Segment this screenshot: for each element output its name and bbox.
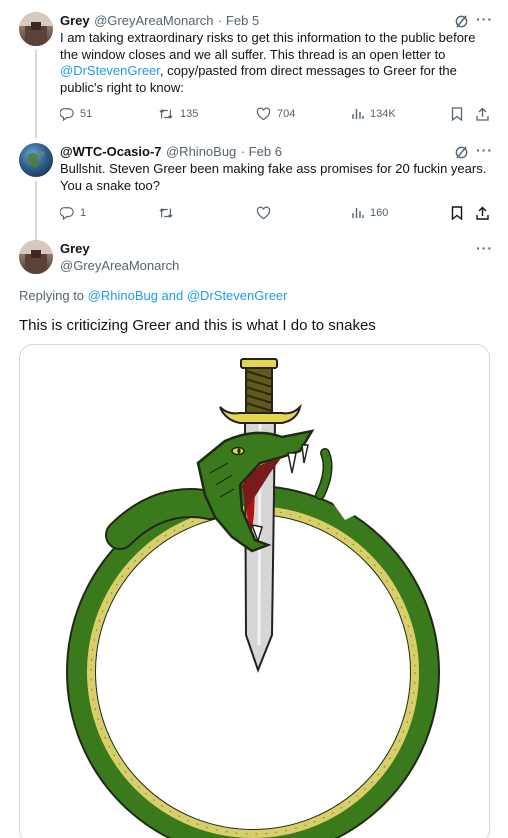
views-icon bbox=[352, 109, 364, 119]
thread-connector bbox=[35, 50, 37, 138]
reply-button[interactable]: 1 bbox=[60, 206, 86, 220]
reply-count: 51 bbox=[80, 108, 93, 120]
share-icon bbox=[476, 107, 489, 121]
earth-avatar-image bbox=[27, 151, 45, 168]
views-count: 134K bbox=[370, 107, 396, 120]
tweet-3[interactable]: Grey @GreyAreaMonarch ··· Replying to @R… bbox=[0, 230, 508, 838]
tweet-header: Grey @GreyAreaMonarch · Feb 5 bbox=[60, 12, 259, 30]
views-icon bbox=[352, 208, 364, 218]
tweet-2[interactable]: @WTC-Ocasio-7 @RhinoBug · Feb 6 ··· Bull… bbox=[0, 135, 508, 241]
grok-icon[interactable] bbox=[454, 145, 469, 160]
views-button[interactable]: 160 bbox=[352, 206, 388, 219]
reply-button[interactable]: 51 bbox=[60, 107, 92, 121]
tweet-text-line: Bullshit. Steven Greer been making fake … bbox=[60, 161, 487, 176]
grok-icon[interactable] bbox=[454, 14, 469, 29]
bookmark-button[interactable] bbox=[451, 107, 463, 121]
retweet-button[interactable] bbox=[158, 206, 174, 220]
heart-icon bbox=[256, 107, 271, 121]
bookmark-button[interactable] bbox=[451, 206, 463, 220]
replying-to: Replying to @RhinoBug and @DrStevenGreer bbox=[19, 288, 287, 303]
heart-icon bbox=[256, 206, 271, 220]
avatar-image bbox=[19, 240, 53, 274]
tweet-media[interactable] bbox=[19, 344, 490, 838]
replying-to-label: Replying to bbox=[19, 288, 88, 303]
share-button[interactable] bbox=[476, 107, 489, 121]
display-name[interactable]: Grey bbox=[60, 13, 90, 28]
tweet-1[interactable]: Grey @GreyAreaMonarch · Feb 5 ··· I am t… bbox=[0, 0, 508, 138]
bookmark-icon bbox=[451, 206, 463, 220]
like-count: 704 bbox=[277, 108, 296, 120]
bookmark-icon bbox=[451, 107, 463, 121]
display-name[interactable]: Grey bbox=[60, 241, 179, 256]
views-count: 160 bbox=[370, 206, 389, 219]
tweet-text-line: the window closes and we all suffer. Thi… bbox=[60, 46, 446, 62]
retweet-count: 135 bbox=[180, 108, 199, 120]
display-name[interactable]: @WTC-Ocasio-7 bbox=[60, 144, 162, 159]
retweet-icon bbox=[159, 109, 173, 119]
retweet-icon bbox=[159, 208, 173, 218]
reply-count: 1 bbox=[80, 207, 87, 219]
views-button[interactable]: 134K bbox=[352, 107, 396, 120]
tweet-text-line: , copy/pasted from direct messages to Gr… bbox=[159, 63, 457, 78]
avatar[interactable] bbox=[19, 12, 53, 46]
like-button[interactable]: 704 bbox=[256, 107, 295, 121]
share-icon bbox=[476, 206, 489, 220]
tweet-header: Grey @GreyAreaMonarch bbox=[60, 241, 179, 273]
like-button[interactable] bbox=[256, 206, 271, 220]
tweet-text-line: You a snake too? bbox=[60, 177, 160, 193]
reply-icon bbox=[60, 207, 74, 220]
avatar-image bbox=[19, 12, 53, 46]
tweet-text: Bullshit. Steven Greer been making fake … bbox=[60, 161, 500, 194]
share-button[interactable] bbox=[476, 206, 489, 220]
retweet-button[interactable]: 135 bbox=[158, 107, 198, 121]
tweet-date[interactable]: · Feb 5 bbox=[218, 13, 259, 28]
snake-dagger-image bbox=[66, 358, 440, 838]
more-options-icon[interactable]: ··· bbox=[476, 142, 493, 158]
tweet-text: This is criticizing Greer and this is wh… bbox=[19, 317, 376, 334]
more-options-icon[interactable]: ··· bbox=[476, 11, 493, 27]
user-handle[interactable]: @RhinoBug bbox=[166, 144, 236, 159]
avatar[interactable] bbox=[19, 240, 53, 274]
user-handle[interactable]: @GreyAreaMonarch bbox=[60, 258, 179, 273]
tweet-text: I am taking extraordinary risks to get t… bbox=[60, 30, 500, 96]
tweet-text-line: public's right to know: bbox=[60, 79, 184, 95]
mention-link[interactable]: @DrStevenGreer bbox=[60, 63, 160, 78]
tweet-text-line: I am taking extraordinary risks to get t… bbox=[60, 30, 476, 45]
user-handle[interactable]: @GreyAreaMonarch bbox=[94, 13, 213, 28]
tweet-date[interactable]: · Feb 6 bbox=[241, 144, 282, 159]
replying-to-mentions[interactable]: @RhinoBug and @DrStevenGreer bbox=[88, 288, 288, 303]
more-options-icon[interactable]: ··· bbox=[476, 240, 493, 256]
reply-icon bbox=[60, 108, 74, 121]
tweet-header: @WTC-Ocasio-7 @RhinoBug · Feb 6 bbox=[60, 143, 282, 161]
avatar[interactable] bbox=[19, 143, 53, 177]
